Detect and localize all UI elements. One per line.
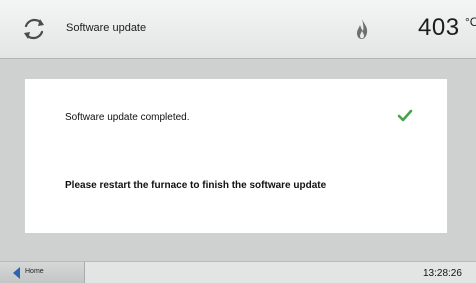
home-label: Home [25, 268, 44, 275]
temperature-unit: °C [465, 15, 476, 29]
temperature-value: 403 [418, 14, 460, 41]
update-message-panel: Software update completed. Please restar… [25, 79, 447, 233]
clock-time: 13:28:26 [423, 268, 462, 279]
checkmark-icon [397, 109, 413, 122]
restart-instruction: Please restart the furnace to finish the… [65, 180, 327, 191]
header-bar: Software update 403 °C [0, 0, 476, 59]
footer-bar: Home 13:28:26 [0, 261, 476, 283]
refresh-icon[interactable] [20, 15, 48, 43]
page-title: Software update [66, 22, 147, 34]
flame-icon [357, 19, 368, 39]
furnace-screen: Software update 403 °C Software update c… [0, 0, 476, 283]
back-arrow-icon [13, 267, 20, 279]
home-button[interactable]: Home [0, 262, 85, 283]
update-completed-message: Software update completed. [65, 112, 190, 123]
